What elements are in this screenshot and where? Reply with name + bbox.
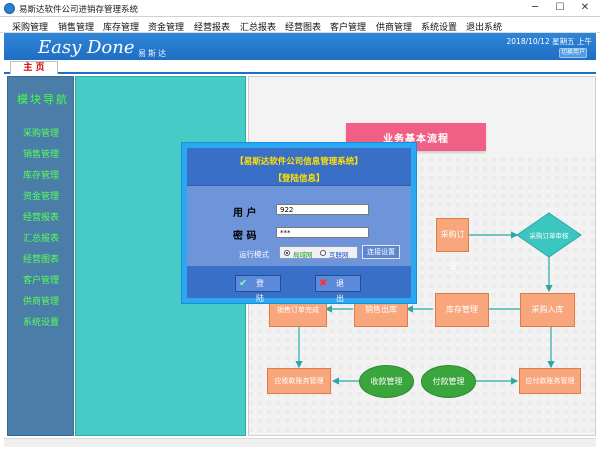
flow-inventory[interactable]: 库存管理: [435, 293, 489, 327]
menu-customers[interactable]: 客户管理: [330, 20, 366, 33]
user-input[interactable]: [276, 204, 369, 215]
header-banner: Easy Done 易斯达 2018/10/12 星期五 上午 切换用户: [4, 33, 596, 60]
close-x-icon: ✖: [319, 278, 328, 289]
flow-payment[interactable]: 付款管理: [421, 365, 476, 398]
window-titlebar: 易斯达软件公司进销存管理系统 ─ ☐ ✕: [0, 0, 600, 17]
date-time: 2018/10/12 星期五 上午: [506, 37, 593, 46]
run-mode-group: 局域网 互联网: [279, 246, 358, 259]
status-bar: [4, 438, 596, 447]
login-button-label: 登 陆: [256, 279, 266, 303]
radio-internet[interactable]: [320, 250, 326, 256]
menu-suppliers[interactable]: 供商管理: [376, 20, 412, 33]
nav-item-inventory[interactable]: 库存管理: [23, 168, 59, 181]
nav-item-system-settings[interactable]: 系统设置: [23, 315, 59, 328]
nav-item-business-reports[interactable]: 经营报表: [23, 210, 59, 223]
window-title: 易斯达软件公司进销存管理系统: [19, 5, 139, 15]
password-input[interactable]: [276, 227, 369, 238]
nav-item-business-charts[interactable]: 经营图表: [23, 252, 59, 265]
login-dialog: 【易斯达软件公司信息管理系统】 【登陆信息】 用 户 密 码 运行模式 局域网 …: [182, 143, 416, 303]
app-logo-icon: [4, 3, 15, 14]
radio-lan[interactable]: [284, 250, 290, 256]
flow-purchase-in[interactable]: 采购入库: [520, 293, 575, 327]
nav-item-purchase[interactable]: 采购管理: [23, 126, 59, 139]
nav-item-summary-reports[interactable]: 汇总报表: [23, 231, 59, 244]
brand-logo: Easy Done: [38, 37, 135, 58]
radio-lan-label[interactable]: 局域网: [293, 249, 313, 259]
close-button[interactable]: ✕: [574, 2, 596, 15]
menu-sales[interactable]: 销售管理: [58, 20, 94, 33]
nav-item-sales[interactable]: 销售管理: [23, 147, 59, 160]
module-nav-panel: 模块导航 采购管理 销售管理 库存管理 资金管理 经营报表 汇总报表 经营图表 …: [7, 76, 74, 436]
maximize-button[interactable]: ☐: [549, 2, 571, 15]
user-label: 用 户: [233, 208, 257, 219]
tab-strip: 主 页: [4, 60, 596, 74]
flow-payable[interactable]: 应付款账务管理: [519, 368, 581, 394]
menu-purchase[interactable]: 采购管理: [12, 20, 48, 33]
checkmark-icon: ✔: [239, 278, 248, 289]
password-label: 密 码: [233, 231, 257, 242]
minimize-button[interactable]: ─: [524, 2, 546, 15]
menu-inventory[interactable]: 库存管理: [103, 20, 139, 33]
login-form: 用 户 密 码 运行模式 局域网 互联网 连接设置: [187, 187, 411, 265]
exit-button-label: 退 出: [336, 279, 346, 303]
exit-button[interactable]: ✖ 退 出: [315, 275, 361, 303]
menu-system-settings[interactable]: 系统设置: [421, 20, 457, 33]
menubar: 采购管理 销售管理 库存管理 资金管理 经营报表 汇总报表 经营图表 客户管理 …: [0, 17, 600, 33]
tab-home[interactable]: 主 页: [10, 61, 58, 74]
nav-item-funds[interactable]: 资金管理: [23, 189, 59, 202]
run-mode-label: 运行模式: [239, 250, 269, 259]
login-dialog-footer: ✔ 登 陆 ✖ 退 出: [187, 266, 411, 303]
flow-collection[interactable]: 收款管理: [359, 365, 414, 398]
connection-settings-button[interactable]: 连接设置: [362, 245, 400, 259]
brand-chinese-name: 易斯达: [138, 49, 168, 58]
nav-item-customers[interactable]: 客户管理: [23, 273, 59, 286]
nav-title: 模块导航: [17, 93, 69, 106]
menu-business-reports[interactable]: 经营报表: [194, 20, 230, 33]
switch-user-button[interactable]: 切换用户: [559, 48, 587, 58]
menu-summary-reports[interactable]: 汇总报表: [240, 20, 276, 33]
radio-internet-label[interactable]: 互联网: [329, 249, 349, 259]
nav-item-suppliers[interactable]: 供商管理: [23, 294, 59, 307]
login-dialog-title: 【易斯达软件公司信息管理系统】: [235, 157, 363, 167]
menu-business-charts[interactable]: 经营图表: [285, 20, 321, 33]
menu-exit-system[interactable]: 退出系统: [466, 20, 502, 33]
login-dialog-subtitle: 【登陆信息】: [273, 174, 325, 184]
login-dialog-header: 【易斯达软件公司信息管理系统】 【登陆信息】: [187, 148, 411, 186]
menu-funds[interactable]: 资金管理: [148, 20, 184, 33]
login-button[interactable]: ✔ 登 陆: [235, 275, 281, 303]
login-dialog-body: 【易斯达软件公司信息管理系统】 【登陆信息】 用 户 密 码 运行模式 局域网 …: [187, 148, 411, 303]
flow-po-approval-label[interactable]: 采购订单审核: [511, 230, 587, 240]
flow-receivable[interactable]: 应收款账务管理: [267, 368, 331, 394]
flow-purchase-order[interactable]: 采购订单: [436, 218, 469, 271]
